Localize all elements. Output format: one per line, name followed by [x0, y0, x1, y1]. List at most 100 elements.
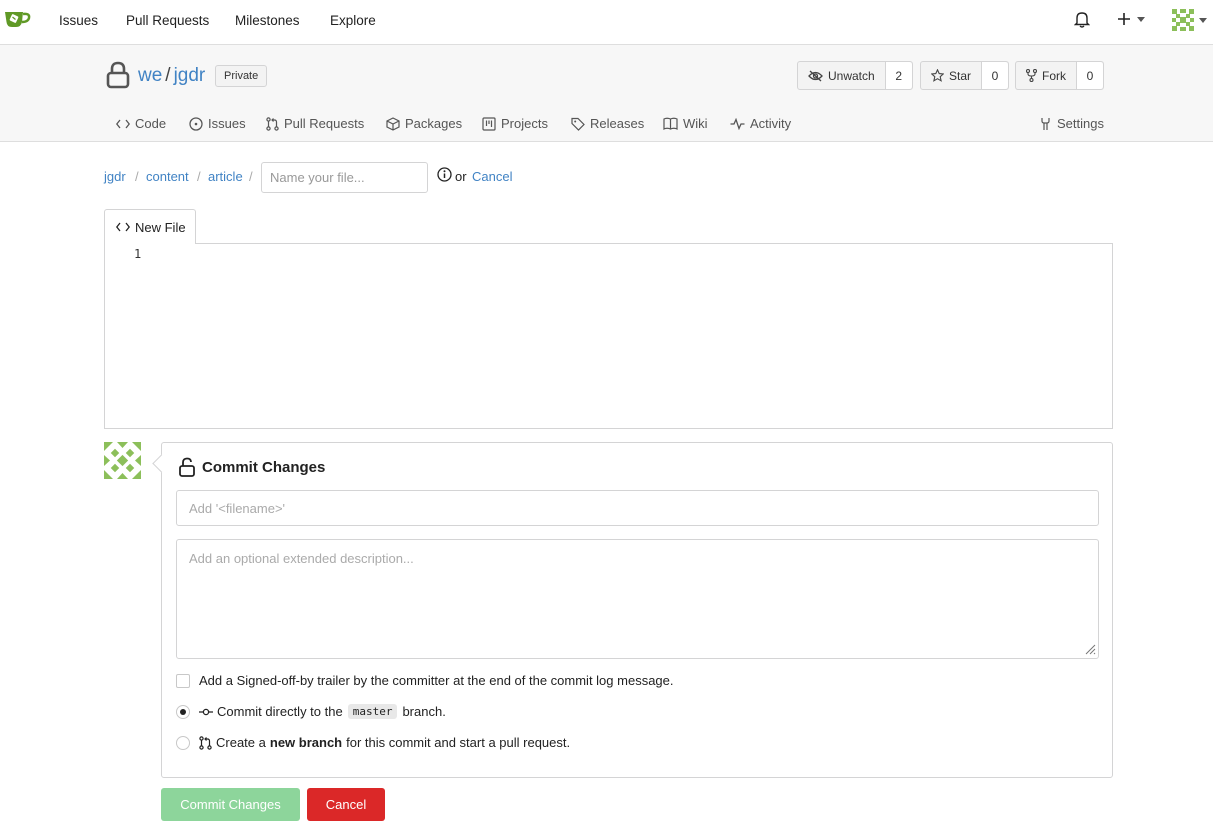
notifications-bell-icon[interactable] — [1074, 10, 1090, 28]
code-editor[interactable]: 1 — [104, 243, 1113, 429]
tab-code-label: Code — [135, 116, 167, 131]
commit-form-header: Commit Changes — [178, 457, 325, 477]
commit-form: Commit Changes Add a Signed-off-by trail… — [161, 442, 1113, 778]
unwatch-button[interactable]: Unwatch — [798, 62, 886, 89]
tab-projects-label: Projects — [501, 116, 548, 131]
tab-pull-requests-label: Pull Requests — [284, 116, 365, 131]
user-menu[interactable] — [1172, 9, 1207, 31]
commit-description-textarea[interactable] — [176, 539, 1099, 659]
tab-releases-label: Releases — [590, 116, 645, 131]
tab-releases[interactable]: Releases — [571, 116, 644, 131]
pull-request-icon — [199, 735, 212, 750]
tag-icon — [571, 117, 585, 131]
fork-label: Fork — [1042, 68, 1066, 83]
top-navbar: Issues Pull Requests Milestones Explore — [0, 0, 1213, 45]
new-branch-option[interactable]: Create a new branch for this commit and … — [176, 735, 570, 750]
tab-packages-label: Packages — [405, 116, 463, 131]
new-branch-bold: new branch — [269, 735, 343, 750]
fork-button[interactable]: Fork — [1016, 62, 1077, 89]
cancel-link[interactable]: Cancel — [472, 169, 512, 184]
fork-button-group: Fork 0 — [1015, 61, 1104, 90]
commit-form-title: Commit Changes — [202, 458, 326, 476]
issue-icon — [189, 116, 203, 131]
tab-activity[interactable]: Activity — [730, 116, 791, 131]
tab-settings[interactable]: Settings — [1039, 116, 1104, 131]
tab-settings-label: Settings — [1057, 116, 1104, 131]
breadcrumb-divider: / — [135, 169, 139, 184]
branch-name-code: master — [347, 704, 398, 719]
commit-changes-button[interactable]: Commit Changes — [161, 788, 300, 821]
repo-name-link[interactable]: jgdr — [174, 65, 206, 86]
nav-explore[interactable]: Explore — [330, 13, 376, 28]
nav-milestones[interactable]: Milestones — [235, 13, 300, 28]
commit-direct-radio[interactable] — [176, 704, 190, 719]
star-button[interactable]: Star — [921, 62, 983, 89]
breadcrumb-content[interactable]: content — [146, 169, 189, 184]
forks-count[interactable]: 0 — [1077, 62, 1103, 89]
git-commit-icon — [199, 707, 213, 717]
plus-icon — [1117, 12, 1131, 26]
star-label: Star — [949, 68, 972, 83]
filename-input[interactable] — [261, 162, 428, 193]
tools-icon — [1039, 117, 1052, 131]
create-new-menu[interactable] — [1117, 12, 1145, 26]
breadcrumb-divider: / — [249, 169, 253, 184]
code-icon — [116, 119, 130, 129]
repo-title-separator: / — [165, 65, 171, 86]
project-icon — [482, 116, 496, 131]
tab-activity-label: Activity — [750, 116, 792, 131]
signoff-option[interactable]: Add a Signed-off-by trailer by the commi… — [176, 673, 674, 688]
tab-wiki-label: Wiki — [683, 116, 708, 131]
breadcrumb-divider: / — [197, 169, 201, 184]
star-icon — [931, 69, 944, 82]
tab-issues[interactable]: Issues — [189, 116, 246, 131]
caret-down-icon — [1137, 16, 1145, 22]
or-text: or — [455, 169, 467, 184]
caret-down-icon — [1199, 17, 1207, 23]
resize-handle-icon[interactable] — [1084, 643, 1096, 655]
cancel-button[interactable]: Cancel — [307, 788, 385, 821]
pull-request-icon — [266, 116, 279, 131]
info-icon[interactable] — [437, 167, 452, 182]
book-icon — [663, 117, 678, 130]
breadcrumb-article[interactable]: article — [208, 169, 243, 184]
user-avatar — [1172, 9, 1194, 31]
tab-issues-label: Issues — [208, 116, 246, 131]
tab-new-file-label: New File — [135, 219, 186, 235]
signoff-checkbox[interactable] — [176, 673, 190, 688]
new-branch-prefix: Create a — [216, 735, 266, 750]
stars-count[interactable]: 0 — [982, 62, 1009, 89]
tab-packages[interactable]: Packages — [386, 116, 462, 131]
new-branch-radio[interactable] — [176, 735, 190, 750]
tab-wiki[interactable]: Wiki — [663, 116, 708, 131]
lock-icon — [106, 61, 130, 89]
tab-projects[interactable]: Projects — [482, 116, 548, 131]
tab-new-file[interactable]: New File — [104, 209, 196, 244]
fork-icon — [1026, 69, 1037, 82]
commit-summary-input[interactable] — [176, 490, 1099, 526]
repo-owner-link[interactable]: we — [138, 65, 162, 86]
commit-direct-option[interactable]: Commit directly to the master branch. — [176, 704, 446, 719]
tab-pull-requests[interactable]: Pull Requests — [266, 116, 364, 131]
package-icon — [386, 116, 400, 131]
unwatch-label: Unwatch — [828, 68, 875, 83]
new-branch-suffix: for this commit and start a pull request… — [346, 735, 571, 750]
pulse-icon — [730, 117, 745, 130]
unlock-icon — [178, 457, 196, 477]
nav-pull-requests[interactable]: Pull Requests — [126, 13, 209, 28]
line-number: 1 — [134, 247, 142, 261]
private-badge: Private — [215, 65, 268, 87]
signoff-label: Add a Signed-off-by trailer by the commi… — [199, 673, 674, 688]
nav-issues[interactable]: Issues — [59, 13, 98, 28]
commit-direct-prefix: Commit directly to the — [217, 704, 343, 719]
eye-slash-icon — [808, 70, 823, 82]
tab-code[interactable]: Code — [116, 116, 166, 131]
watch-button-group: Unwatch 2 — [797, 61, 913, 90]
committer-avatar — [104, 442, 141, 479]
star-button-group: Star 0 — [920, 61, 1010, 90]
gitea-logo-icon[interactable] — [4, 8, 32, 30]
commit-direct-suffix: branch. — [402, 704, 446, 719]
breadcrumb-repo[interactable]: jgdr — [104, 169, 126, 184]
watchers-count[interactable]: 2 — [885, 62, 912, 89]
code-icon — [116, 222, 130, 232]
